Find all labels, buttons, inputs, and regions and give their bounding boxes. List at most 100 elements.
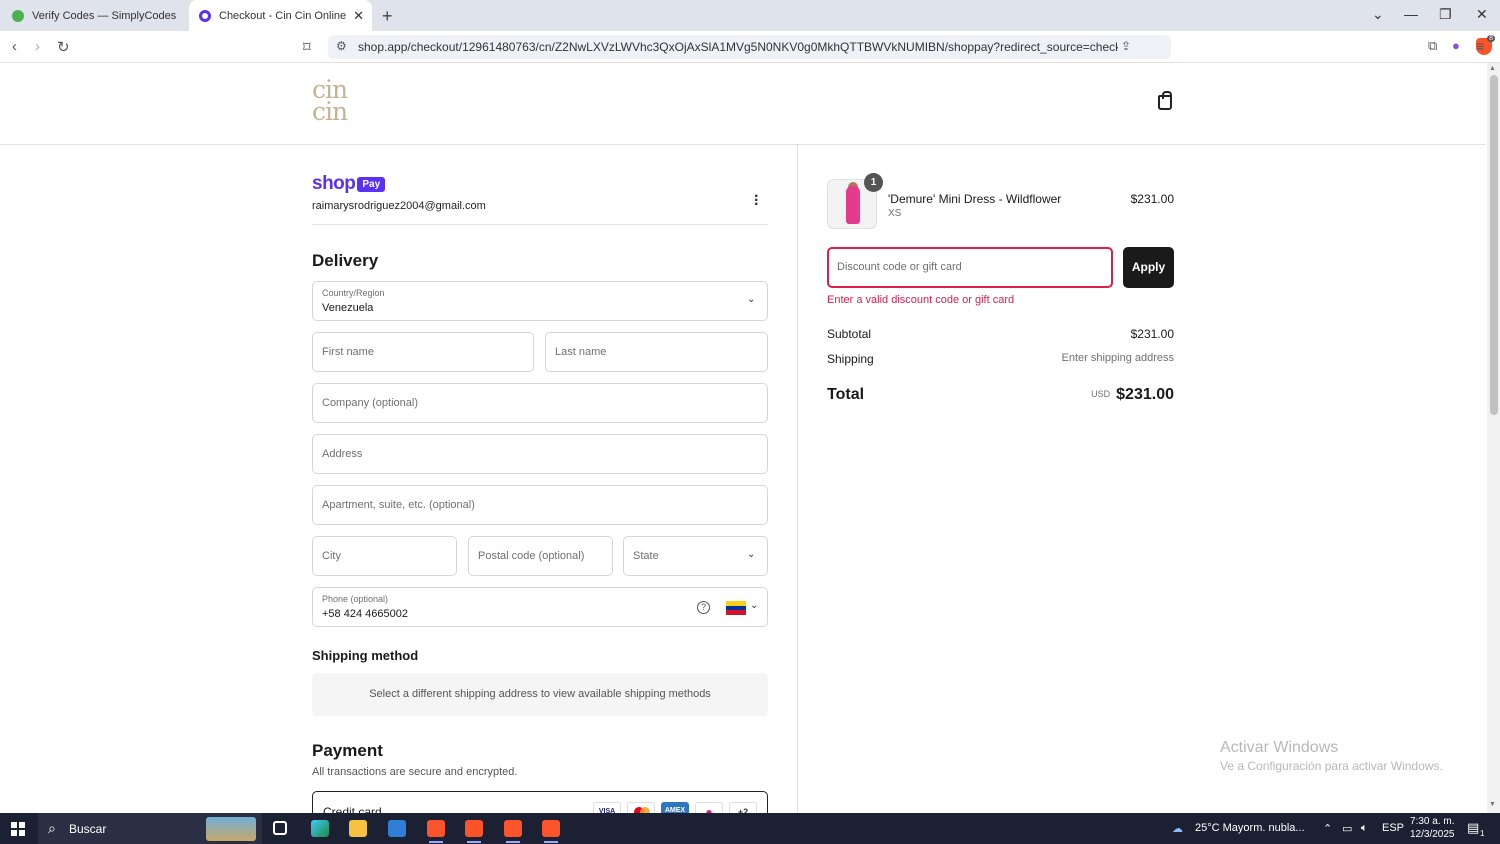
payment-note: All transactions are secure and encrypte… (312, 766, 518, 778)
help-icon[interactable]: ? (697, 601, 710, 614)
search-icon: ⌕ (48, 820, 56, 836)
last-name-field[interactable]: Last name (545, 332, 768, 372)
shipping-method-heading: Shipping method (312, 648, 419, 663)
volume-icon[interactable]: 🔈︎ (1361, 822, 1368, 835)
city-field[interactable]: City (312, 536, 457, 576)
brave-taskbar-icon[interactable] (504, 820, 522, 843)
shopping-bag-icon[interactable] (1158, 91, 1172, 110)
quantity-badge: 1 (864, 173, 883, 192)
venezuela-flag-icon[interactable] (726, 601, 746, 615)
credit-card-option[interactable]: Credit card VISA AMEX ● +2 (312, 791, 768, 813)
store-header: cin cin (0, 63, 1486, 145)
divider (312, 224, 768, 225)
brave-wallet-icon[interactable]: ● (1452, 38, 1460, 53)
reload-icon[interactable]: ↻ (57, 38, 70, 56)
tab-title: Checkout - Cin Cin Online (219, 9, 347, 22)
mastercard-icon (627, 802, 655, 813)
state-select[interactable]: State ⌄ (623, 536, 768, 576)
new-tab-icon[interactable]: + (382, 6, 393, 27)
close-window-icon[interactable]: ✕ (1476, 6, 1488, 23)
share-icon[interactable]: ⇪ (1121, 39, 1131, 53)
discover-icon: ● (695, 802, 723, 813)
menu-icon[interactable]: ≡ (1476, 38, 1484, 54)
close-tab-icon[interactable]: ✕ (353, 8, 364, 24)
browser-tab-bar: Verify Codes — SimplyCodes Checkout - Ci… (0, 0, 1500, 31)
simplycodes-favicon-icon (12, 9, 24, 22)
store-icon[interactable] (388, 820, 406, 837)
url-text[interactable]: shop.app/checkout/12961480763/cn/Z2NwLXV… (358, 40, 1118, 54)
visa-icon: VISA (593, 802, 621, 813)
product-name: 'Demure' Mini Dress - Wildflower (888, 192, 1062, 206)
site-settings-icon[interactable]: ⚙ (336, 39, 347, 53)
discount-error-message: Enter a valid discount code or gift card (827, 294, 1015, 306)
browser-toolbar: ‹ › ↻ ⌑ ⚙ shop.app/checkout/12961480763/… (0, 31, 1500, 63)
first-name-field[interactable]: First name (312, 332, 534, 372)
company-field[interactable]: Company (optional) (312, 383, 768, 423)
total-row: Total USD $231.00 (827, 386, 1174, 403)
task-view-icon[interactable] (273, 821, 287, 835)
tab-checkout[interactable]: Checkout - Cin Cin Online ✕ (189, 0, 372, 31)
shipping-value: Enter shipping address (1061, 352, 1174, 364)
scroll-up-icon[interactable]: ▲ (1489, 65, 1496, 72)
address-bar[interactable]: ⚙ shop.app/checkout/12961480763/cn/Z2NwL… (328, 35, 1495, 59)
delivery-heading: Delivery (312, 251, 379, 270)
scroll-down-icon[interactable]: ▼ (1489, 801, 1496, 808)
forward-icon[interactable]: › (35, 38, 40, 55)
subtotal-value: $231.00 (1130, 327, 1174, 341)
search-highlight-image (206, 817, 256, 841)
weather-icon[interactable]: ☁ (1172, 822, 1183, 835)
more-options-icon[interactable]: · · · (754, 189, 759, 213)
column-divider (797, 145, 798, 813)
bookmark-icon[interactable]: ⌑ (303, 38, 311, 56)
taskbar-clock[interactable]: 7:30 a. m. 12/3/2025 (1410, 815, 1455, 841)
phone-field[interactable]: Phone (optional) +58 424 4665002 ? ⌄ (312, 587, 768, 627)
amex-icon: AMEX (661, 802, 689, 813)
scroll-thumb[interactable] (1490, 75, 1498, 415)
product-price: $231.00 (1130, 192, 1174, 206)
language-indicator[interactable]: ESP (1382, 822, 1404, 834)
taskbar-search[interactable]: ⌕ Buscar (38, 813, 262, 844)
store-logo[interactable]: cin cin (312, 77, 348, 124)
file-explorer-icon[interactable] (349, 820, 367, 837)
notification-count: 1 (1480, 829, 1485, 838)
windows-start-icon[interactable] (11, 822, 25, 836)
brave-taskbar-icon[interactable] (427, 820, 445, 843)
brave-badge: 8 (1487, 35, 1495, 42)
minimize-icon[interactable]: — (1404, 6, 1418, 22)
brave-taskbar-icon[interactable] (542, 820, 560, 843)
windows-activation-watermark: Activar Windows Ve a Configuración para … (1220, 739, 1443, 773)
shop-favicon-icon (199, 9, 211, 22)
brave-taskbar-icon[interactable] (465, 820, 483, 843)
restore-icon[interactable]: ❐ (1439, 6, 1452, 23)
country-select[interactable]: Country/Region Venezuela ⌄ (312, 281, 768, 321)
apartment-field[interactable]: Apartment, suite, etc. (optional) (312, 485, 768, 525)
address-field[interactable]: Address (312, 434, 768, 474)
windows-taskbar: ⌕ Buscar ☁ 25°C Mayorm. nubla... ⌃ ▭ 🔈︎ … (0, 813, 1500, 844)
back-icon[interactable]: ‹ (12, 38, 17, 55)
product-variant: XS (888, 208, 902, 219)
tab-list-chevron-icon[interactable]: ⌄ (1372, 6, 1384, 23)
subtotal-row: Subtotal $231.00 (827, 327, 1174, 341)
currency-code: USD (1091, 389, 1111, 399)
notifications-icon[interactable]: ▤ (1467, 820, 1479, 836)
chevron-down-icon[interactable]: ⌄ (750, 600, 758, 611)
extensions-icon[interactable]: ⧉ (1428, 38, 1437, 54)
shipping-methods-placeholder: Select a different shipping address to v… (312, 673, 768, 716)
payment-heading: Payment (312, 741, 383, 760)
account-email: raimarysrodriguez2004@gmail.com (312, 200, 486, 212)
chevron-down-icon: ⌄ (747, 549, 756, 560)
network-icon[interactable]: ▭ (1342, 822, 1352, 835)
checkout-page: cin cin shop Pay raimarysrodriguez2004@g… (0, 63, 1486, 813)
discount-code-input[interactable]: Discount code or gift card (827, 247, 1113, 288)
edge-icon[interactable] (311, 820, 329, 837)
shipping-row: Shipping Enter shipping address (827, 352, 1174, 366)
page-scrollbar[interactable]: ▲ ▼ (1487, 63, 1500, 813)
weather-text[interactable]: 25°C Mayorm. nubla... (1195, 822, 1305, 834)
apply-button[interactable]: Apply (1123, 247, 1174, 288)
shop-pay-logo: shop Pay (312, 173, 386, 195)
tab-title: Verify Codes — SimplyCodes (32, 9, 177, 22)
postal-code-field[interactable]: Postal code (optional) (468, 536, 613, 576)
tray-chevron-icon[interactable]: ⌃ (1323, 822, 1332, 835)
chevron-down-icon: ⌄ (747, 294, 756, 305)
tab-simplycodes[interactable]: Verify Codes — SimplyCodes (0, 0, 188, 31)
